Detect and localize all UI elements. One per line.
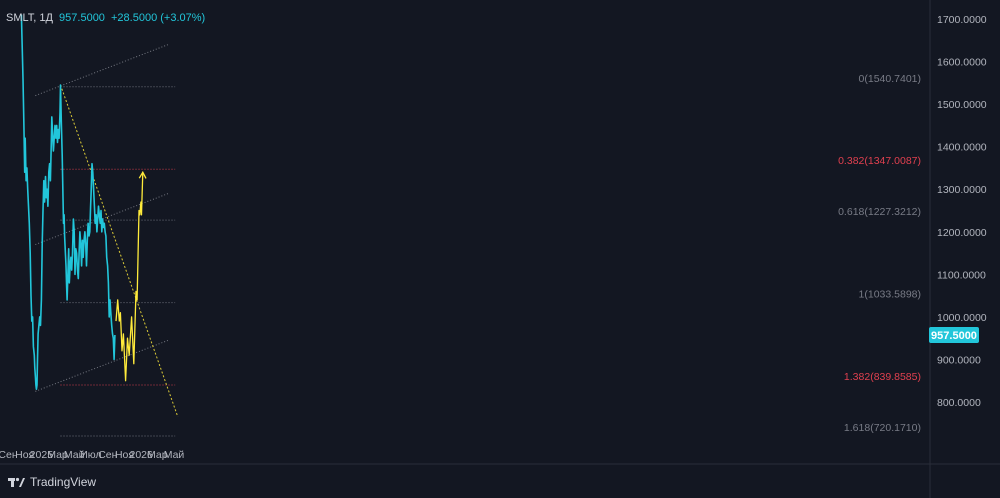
y-tick-label: 1100.0000 bbox=[937, 269, 986, 281]
symbol-legend[interactable]: SMLT, 1Д 957.5000 +28.5000 (+3.07%) bbox=[6, 12, 205, 24]
tradingview-logo-icon bbox=[8, 477, 25, 487]
last-price-tag: 957.5000 bbox=[929, 326, 979, 343]
logo-text: TradingView bbox=[30, 475, 97, 489]
last-price-tag-label: 957.5000 bbox=[931, 330, 977, 342]
y-tick-label: 1300.0000 bbox=[937, 184, 987, 196]
y-tick-label: 1700.0000 bbox=[937, 14, 987, 26]
price-change: +28.5000 (+3.07%) bbox=[111, 12, 206, 24]
fib-level-label: 0.382(1347.0087) bbox=[838, 155, 921, 167]
y-tick-label: 1500.0000 bbox=[937, 99, 987, 111]
tradingview-logo[interactable]: TradingView bbox=[8, 475, 96, 489]
x-tick-label: Май bbox=[164, 449, 185, 461]
y-tick-label: 1200.0000 bbox=[937, 227, 987, 239]
y-tick-label: 800.0000 bbox=[937, 397, 981, 409]
y-tick-label: 900.0000 bbox=[937, 354, 981, 366]
fib-level-label: 1.618(720.1710) bbox=[844, 422, 921, 434]
price-chart[interactable]: 0(1540.7401) 0.382(1347.0087) 0.618(1227.3… bbox=[0, 0, 1000, 498]
y-tick-label: 1600.0000 bbox=[937, 57, 987, 69]
y-tick-label: 1400.0000 bbox=[937, 142, 987, 154]
time-axis[interactable]: СенНоя2025МарМайИюлСенНоя2026МарМай bbox=[0, 449, 184, 461]
fib-level-label: 1(1033.5898) bbox=[859, 289, 921, 301]
symbol-title: SMLT, 1Д bbox=[6, 12, 53, 24]
y-tick-label: 1000.0000 bbox=[937, 312, 987, 324]
fib-level-label: 0.618(1227.3212) bbox=[838, 206, 921, 218]
last-price-value: 957.5000 bbox=[59, 12, 105, 24]
fib-level-label: 1.382(839.8585) bbox=[844, 371, 921, 383]
fib-level-label: 0(1540.7401) bbox=[859, 73, 921, 85]
